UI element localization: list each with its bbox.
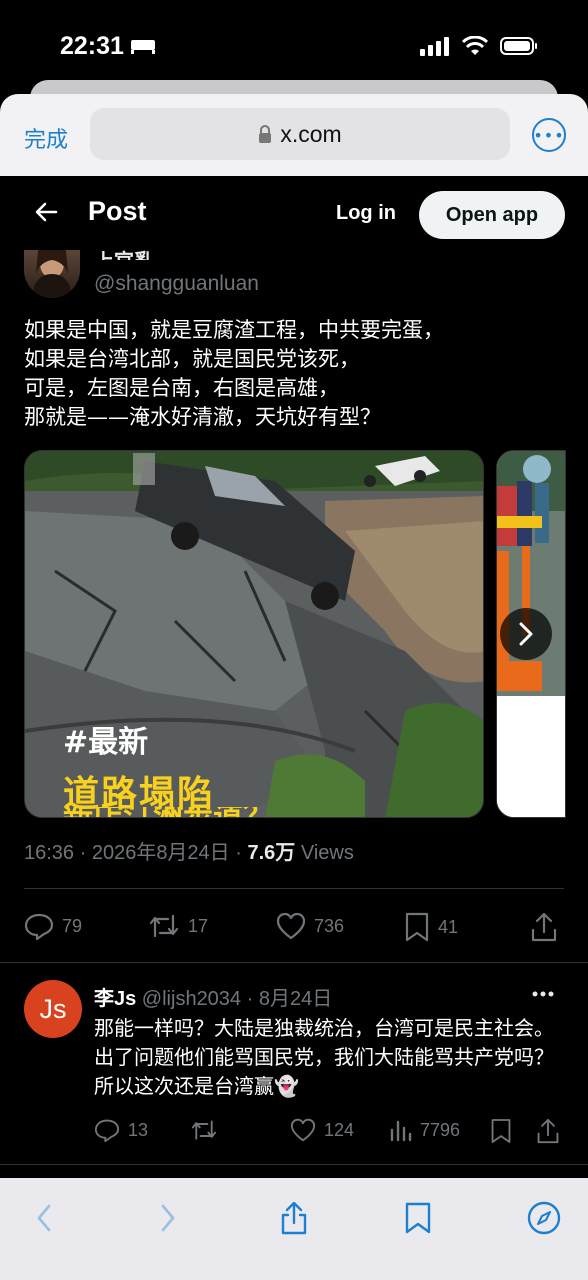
share-icon — [281, 1201, 307, 1235]
analytics-icon — [390, 1120, 412, 1142]
like-count: 736 — [314, 915, 345, 936]
road-collapse-photo — [25, 451, 483, 817]
reply-more-button[interactable] — [532, 978, 554, 1002]
reply-header: 李Js @lijsh2034 · 8月24日 — [94, 982, 332, 1011]
arrow-left-icon — [35, 202, 58, 222]
browser-top-bar: 完成 x.com ••• — [0, 94, 588, 176]
author-handle[interactable]: @shangguanluan — [94, 272, 259, 296]
more-options-button[interactable]: ••• — [532, 118, 566, 152]
wifi-icon — [462, 36, 488, 55]
post-image-1[interactable]: #最新 道路塌陷 新店汀洲步道？ — [24, 450, 484, 818]
reply-like-count: 124 — [324, 1119, 355, 1140]
page-title: Post — [88, 196, 147, 226]
reply-handle-date[interactable]: @lijsh2034 · 8月24日 — [136, 988, 332, 1010]
status-bar: 22:31 — [0, 0, 588, 92]
open-app-button[interactable]: Open app — [419, 191, 565, 239]
divider — [0, 1164, 588, 1165]
bookmark-icon — [405, 912, 429, 942]
status-time: 22:31 — [60, 32, 124, 60]
share-icon — [537, 1118, 559, 1144]
chevron-right-icon — [161, 1204, 175, 1232]
heart-icon — [290, 1118, 316, 1142]
reply-icon — [24, 913, 54, 940]
sleep-bed-icon — [131, 40, 155, 54]
views-count: 7.6万 — [247, 842, 296, 864]
browser-forward-button[interactable] — [148, 1198, 188, 1238]
repost-action[interactable]: 17 — [148, 912, 208, 940]
share-action[interactable] — [530, 912, 558, 942]
reply-share-action[interactable] — [536, 1118, 560, 1144]
like-action[interactable]: 736 — [276, 912, 344, 940]
divider — [0, 962, 588, 963]
more-dots-icon: ••• — [533, 125, 565, 145]
bookmark-action[interactable]: 41 — [404, 912, 458, 942]
browser-bottom-toolbar — [0, 1178, 588, 1280]
post-header: Post Log in Open app — [0, 176, 588, 256]
lock-icon — [259, 125, 272, 143]
reply-count: 79 — [62, 915, 83, 936]
post-meta: 16:36 · 2026年8月24日 · 7.6万 Views — [24, 836, 354, 865]
reply-text: 那能一样吗？大陆是独裁统治，台湾可是民主社会。出了问题他们能骂国民党，我们大陆能… — [94, 1016, 554, 1098]
reply-reply-count: 13 — [128, 1119, 149, 1140]
reply-avatar[interactable]: Js — [24, 980, 82, 1038]
bookmark-count: 41 — [438, 916, 459, 937]
book-icon — [405, 1202, 431, 1234]
share-icon — [531, 912, 557, 942]
reply-author-name[interactable]: 李Js — [94, 988, 136, 1010]
status-icons — [420, 36, 538, 56]
reply-action[interactable]: 79 — [24, 912, 82, 940]
reply-like-action[interactable]: 124 — [290, 1118, 354, 1142]
post-timestamp[interactable]: 16:36 · 2026年8月24日 · — [24, 842, 247, 864]
image-headline-cut: 新店汀洲步道？ — [63, 807, 273, 817]
image-tag-text: #最新 — [63, 725, 149, 760]
done-button[interactable]: 完成 — [24, 122, 68, 154]
bookmark-icon — [491, 1119, 511, 1143]
browser-compass-button[interactable] — [524, 1198, 564, 1238]
reply-repost-action[interactable] — [190, 1118, 218, 1142]
more-horizontal-icon — [532, 991, 554, 997]
reply-bookmark-action[interactable] — [490, 1118, 512, 1144]
reply-views-count: 7796 — [420, 1119, 461, 1140]
browser-bookmarks-button[interactable] — [398, 1198, 438, 1238]
login-button[interactable]: Log in — [336, 202, 396, 225]
author-avatar[interactable] — [24, 250, 80, 298]
cellular-signal-icon — [420, 37, 449, 56]
divider — [24, 888, 564, 889]
reply-views-action[interactable]: 7796 — [390, 1118, 460, 1142]
reply-icon — [94, 1119, 120, 1142]
back-button[interactable] — [34, 200, 58, 230]
post-text: 如果是中国，就是豆腐渣工程，中共要完蛋， 如果是台湾北部，就是国民党该死， 可是… — [24, 318, 444, 429]
views-label: Views — [295, 842, 354, 864]
repost-count: 17 — [188, 915, 209, 936]
battery-icon — [500, 37, 537, 55]
repost-icon — [191, 1120, 217, 1140]
url-text: x.com — [280, 120, 342, 147]
browser-share-button[interactable] — [274, 1198, 314, 1238]
repost-icon — [149, 914, 179, 938]
next-image-button[interactable] — [500, 608, 552, 660]
chevron-left-icon — [37, 1204, 51, 1232]
reply-reply-action[interactable]: 13 — [94, 1118, 148, 1142]
avatar-photo — [32, 250, 72, 298]
chevron-right-icon — [519, 622, 533, 646]
compass-icon — [527, 1201, 561, 1235]
browser-back-button[interactable] — [24, 1198, 64, 1238]
url-bar[interactable]: x.com — [90, 108, 510, 160]
heart-icon — [276, 912, 306, 940]
author-name[interactable]: 上官亂 — [94, 246, 154, 260]
